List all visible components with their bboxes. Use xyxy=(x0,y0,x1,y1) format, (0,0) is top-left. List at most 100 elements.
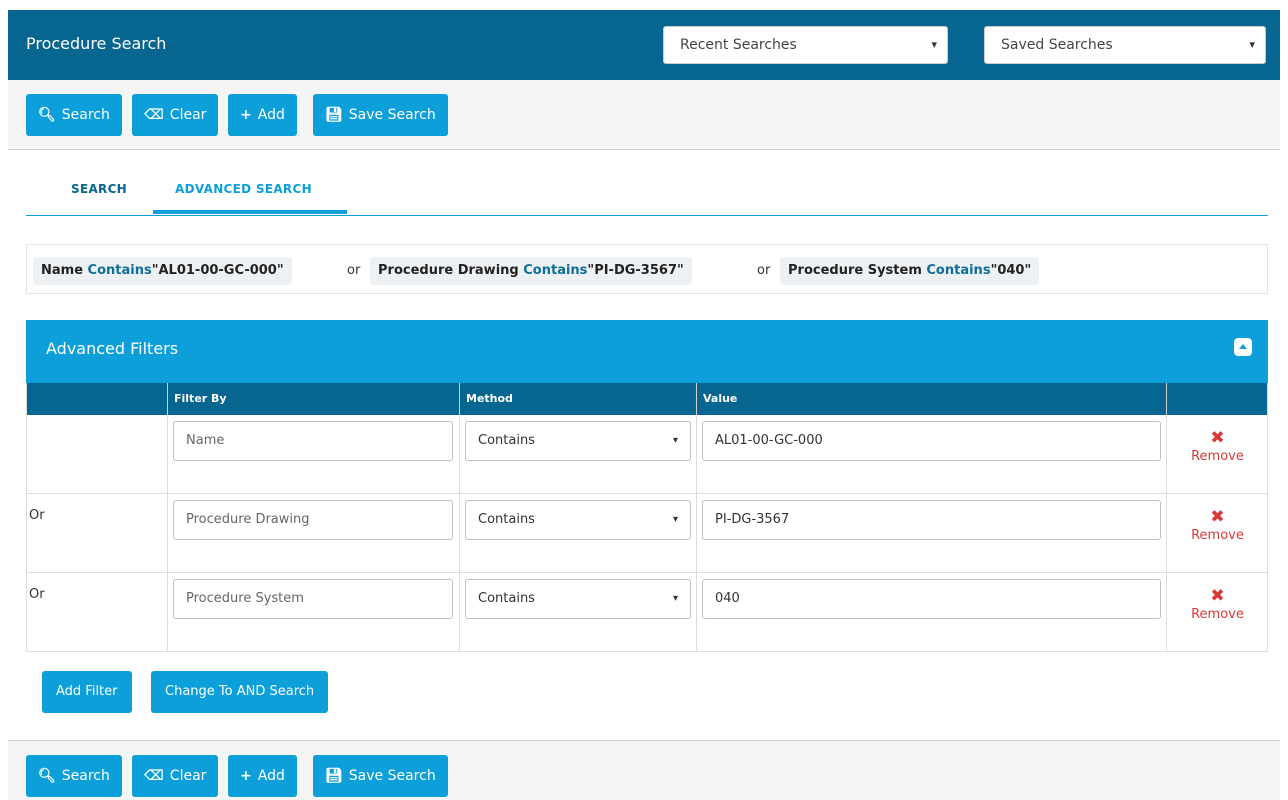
table-row: Name Contains ▾ AL01-00-GC-000 ✖ Remove xyxy=(27,415,1267,494)
change-to-and-search-button[interactable]: Change To AND Search xyxy=(151,671,329,713)
close-icon: ✖ xyxy=(1210,507,1225,527)
advanced-filters-header: Advanced Filters xyxy=(26,320,1268,383)
close-icon: ✖ xyxy=(1210,586,1225,606)
active-tab-indicator xyxy=(153,210,347,214)
value-input[interactable]: AL01-00-GC-000 xyxy=(702,421,1161,461)
remove-filter-button[interactable]: ✖ Remove xyxy=(1167,415,1268,494)
method-select-value: Contains xyxy=(478,433,535,448)
summary-method: Contains xyxy=(926,263,991,278)
clear-button[interactable]: ⌫ Clear xyxy=(132,755,219,797)
bottom-toolbar: 🔍︎ Search ⌫ Clear + Add 💾︎ Save Search xyxy=(8,740,1280,800)
add-button-label: Add xyxy=(257,768,285,784)
eraser-icon: ⌫ xyxy=(144,107,164,123)
filters-table-header: Filter By Method Value xyxy=(27,383,1267,415)
collapse-icon[interactable] xyxy=(1234,338,1252,356)
summary-value: "PI-DG-3567" xyxy=(587,263,684,278)
advanced-filters-title: Advanced Filters xyxy=(46,339,179,358)
method-select[interactable]: Contains ▾ xyxy=(465,500,691,540)
value-cell: PI-DG-3567 xyxy=(697,494,1167,573)
search-button[interactable]: 🔍︎ Search xyxy=(26,94,122,136)
plus-icon: + xyxy=(240,107,252,123)
column-header-filter-by: Filter By xyxy=(168,383,460,415)
remove-label: Remove xyxy=(1191,607,1244,622)
filters-table: Filter By Method Value Name Contains ▾ A… xyxy=(26,383,1268,652)
method-select[interactable]: Contains ▾ xyxy=(465,421,691,461)
add-button[interactable]: + Add xyxy=(228,94,297,136)
summary-term: Procedure Drawing Contains"PI-DG-3567" xyxy=(370,257,692,285)
chevron-down-icon: ▾ xyxy=(1249,38,1255,51)
eraser-icon: ⌫ xyxy=(144,768,164,784)
filter-by-cell: Name xyxy=(168,415,460,494)
clear-button-label: Clear xyxy=(169,107,207,123)
close-icon: ✖ xyxy=(1210,428,1225,448)
add-button[interactable]: + Add xyxy=(228,755,297,797)
summary-term: Procedure System Contains"040" xyxy=(780,257,1040,285)
chevron-down-icon: ▾ xyxy=(931,38,937,51)
search-icon: 🔍︎ xyxy=(38,768,56,784)
save-icon: 💾︎ xyxy=(325,768,343,784)
method-cell: Contains ▾ xyxy=(460,415,697,494)
chevron-down-icon: ▾ xyxy=(672,514,678,525)
saved-searches-select[interactable]: Saved Searches ▾ xyxy=(984,26,1266,64)
summary-field: Name xyxy=(41,263,84,278)
filter-by-cell: Procedure System xyxy=(168,573,460,652)
column-header-method: Method xyxy=(460,383,697,415)
table-row: Or Procedure Drawing Contains ▾ PI-DG-35… xyxy=(27,494,1267,573)
save-search-button[interactable]: 💾︎ Save Search xyxy=(313,755,448,797)
recent-searches-label: Recent Searches xyxy=(680,37,797,53)
add-filter-button[interactable]: Add Filter xyxy=(42,671,132,713)
value-input[interactable]: PI-DG-3567 xyxy=(702,500,1161,540)
method-select[interactable]: Contains ▾ xyxy=(465,579,691,619)
summary-method: Contains xyxy=(87,263,152,278)
summary-field: Procedure Drawing xyxy=(378,263,519,278)
filter-by-input[interactable]: Procedure Drawing xyxy=(173,500,453,540)
row-conjunction: Or xyxy=(27,573,168,652)
add-button-label: Add xyxy=(257,107,285,123)
page-title: Procedure Search xyxy=(26,34,167,53)
value-cell: AL01-00-GC-000 xyxy=(697,415,1167,494)
summary-method: Contains xyxy=(523,263,588,278)
table-row: Or Procedure System Contains ▾ 040 ✖ Rem… xyxy=(27,573,1267,652)
save-search-button-label: Save Search xyxy=(348,768,436,784)
summary-value: "AL01-00-GC-000" xyxy=(151,263,284,278)
value-input[interactable]: 040 xyxy=(702,579,1161,619)
method-cell: Contains ▾ xyxy=(460,573,697,652)
search-button-label: Search xyxy=(61,768,110,784)
filter-by-cell: Procedure Drawing xyxy=(168,494,460,573)
plus-icon: + xyxy=(240,768,252,784)
save-icon: 💾︎ xyxy=(325,107,343,123)
save-search-button[interactable]: 💾︎ Save Search xyxy=(313,94,448,136)
search-icon: 🔍︎ xyxy=(38,107,56,123)
remove-filter-button[interactable]: ✖ Remove xyxy=(1167,573,1268,652)
remove-label: Remove xyxy=(1191,528,1244,543)
filter-by-input[interactable]: Procedure System xyxy=(173,579,453,619)
saved-searches-label: Saved Searches xyxy=(1001,37,1113,53)
column-header xyxy=(1167,383,1268,415)
method-select-value: Contains xyxy=(478,591,535,606)
row-conjunction xyxy=(27,415,168,494)
filter-by-input[interactable]: Name xyxy=(173,421,453,461)
method-select-value: Contains xyxy=(478,512,535,527)
tab-search[interactable]: SEARCH xyxy=(71,182,127,196)
summary-conjunction: or xyxy=(757,263,771,278)
search-button[interactable]: 🔍︎ Search xyxy=(26,755,122,797)
search-button-label: Search xyxy=(61,107,110,123)
search-tabs: SEARCH ADVANCED SEARCH xyxy=(26,170,1268,216)
remove-label: Remove xyxy=(1191,449,1244,464)
chevron-down-icon: ▾ xyxy=(672,435,678,446)
top-toolbar: 🔍︎ Search ⌫ Clear + Add 💾︎ Save Search xyxy=(8,80,1280,150)
clear-button-label: Clear xyxy=(169,768,207,784)
clear-button[interactable]: ⌫ Clear xyxy=(132,94,219,136)
tab-advanced-search[interactable]: ADVANCED SEARCH xyxy=(175,182,312,196)
column-header xyxy=(27,383,168,415)
summary-field: Procedure System xyxy=(788,263,922,278)
summary-term: Name Contains"AL01-00-GC-000" xyxy=(33,257,292,285)
save-search-button-label: Save Search xyxy=(348,107,436,123)
value-cell: 040 xyxy=(697,573,1167,652)
app-header: Procedure Search Recent Searches ▾ Saved… xyxy=(8,10,1280,80)
search-summary: Name Contains"AL01-00-GC-000" or Procedu… xyxy=(26,244,1268,294)
recent-searches-select[interactable]: Recent Searches ▾ xyxy=(663,26,948,64)
remove-filter-button[interactable]: ✖ Remove xyxy=(1167,494,1268,573)
chevron-down-icon: ▾ xyxy=(672,593,678,604)
summary-value: "040" xyxy=(990,263,1032,278)
